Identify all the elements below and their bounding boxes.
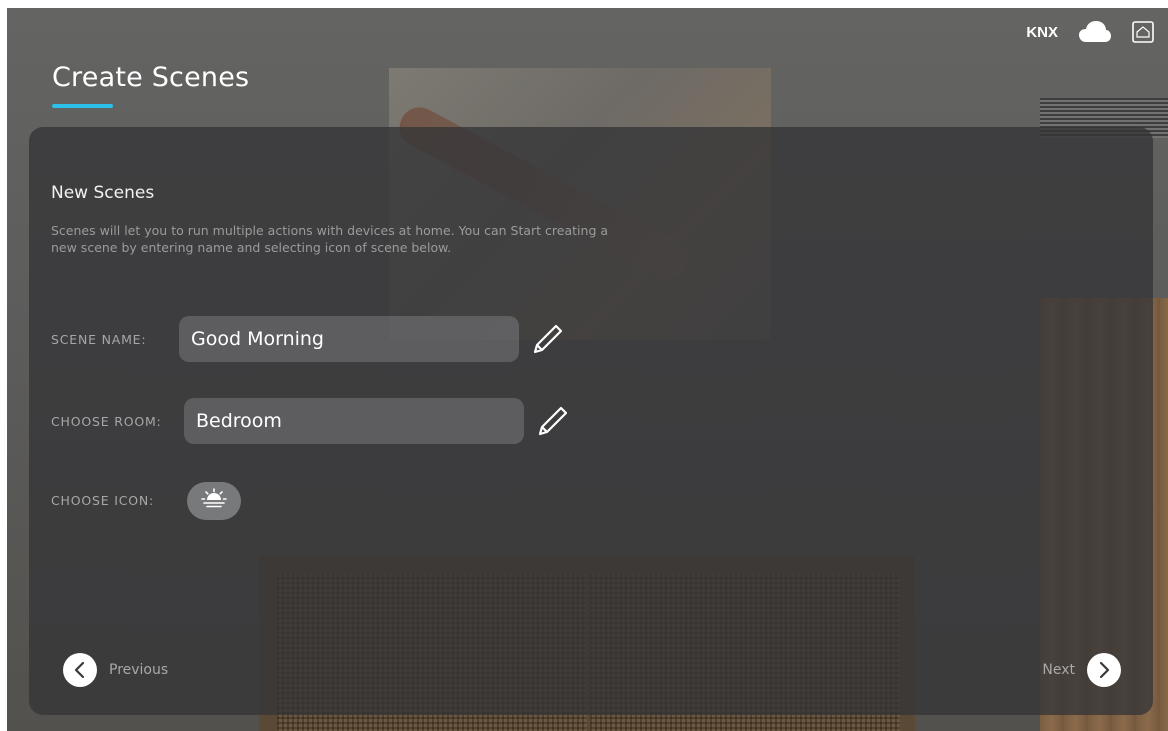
chevron-left-icon [63, 653, 97, 687]
knx-label: KNX [1026, 23, 1058, 41]
top-status-bar: KNX [1026, 20, 1154, 44]
scene-name-input[interactable]: Good Morning [179, 316, 519, 362]
sunrise-icon [200, 488, 228, 514]
chevron-right-icon [1087, 653, 1121, 687]
cloud-icon[interactable] [1078, 20, 1112, 44]
previous-label: Previous [109, 662, 169, 678]
home-icon[interactable] [1132, 21, 1154, 43]
room-input[interactable]: Bedroom [184, 398, 524, 444]
panel-heading: New Scenes [51, 183, 155, 203]
screen: Create Scenes KNX New Scenes Scenes will… [7, 8, 1168, 731]
next-label: Next [1042, 662, 1075, 678]
scene-name-label: SCENE NAME: [51, 332, 147, 347]
icon-chooser-button[interactable] [187, 482, 241, 520]
page-title: Create Scenes [52, 62, 250, 93]
edit-scene-name-icon[interactable] [529, 321, 565, 357]
previous-button[interactable]: Previous [63, 653, 168, 687]
edit-room-icon[interactable] [534, 403, 570, 439]
icon-label: CHOOSE ICON: [51, 493, 155, 508]
panel-description: Scenes will let you to run multiple acti… [51, 223, 609, 255]
new-scene-panel: New Scenes Scenes will let you to run mu… [29, 127, 1153, 715]
next-button[interactable]: Next [1042, 653, 1121, 687]
room-label: CHOOSE ROOM: [51, 414, 162, 429]
title-underline [52, 104, 113, 108]
